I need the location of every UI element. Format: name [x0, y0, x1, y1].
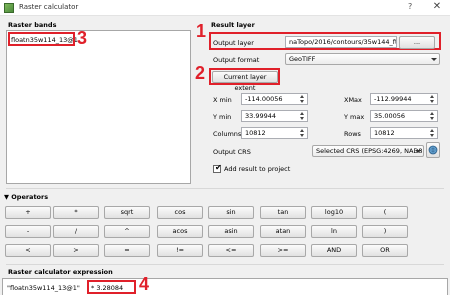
operator-button[interactable]: != — [157, 244, 203, 257]
operator-button[interactable]: asin — [208, 225, 254, 238]
operator-button[interactable]: ^ — [104, 225, 150, 238]
xmax-label: XMax — [344, 96, 362, 104]
xmin-label: X min — [213, 96, 232, 104]
ymax-label: Y max — [344, 113, 365, 121]
annotation-number-3: 3 — [77, 28, 88, 48]
window-titlebar: Raster calculator ? ✕ — [0, 0, 450, 16]
columns-input[interactable]: 10812 — [241, 127, 308, 139]
operator-button[interactable]: = — [104, 244, 150, 257]
expression-text: "floatn35w114_13@1" — [7, 284, 80, 292]
columns-label: Columns — [213, 130, 242, 138]
spin-arrows-icon[interactable] — [299, 95, 306, 104]
collapse-arrow-icon: ▼ — [4, 193, 9, 201]
check-icon: ✔ — [215, 163, 222, 172]
operator-button[interactable]: + — [5, 206, 51, 219]
spin-arrows-icon[interactable] — [299, 112, 306, 121]
chevron-down-icon — [431, 58, 437, 61]
annotation-number-2: 2 — [195, 63, 206, 83]
output-format-label: Output format — [213, 56, 260, 64]
spin-arrows-icon[interactable] — [429, 129, 436, 138]
expression-highlight: * 3.28084 — [91, 284, 124, 292]
output-crs-value: Selected CRS (EPSG:4269, NAD83) — [316, 147, 424, 155]
operator-button[interactable]: AND — [311, 244, 357, 257]
operator-button[interactable]: acos — [157, 225, 203, 238]
output-format-value: GeoTIFF — [289, 55, 316, 63]
operator-button[interactable]: / — [53, 225, 99, 238]
annotation-number-4: 4 — [139, 274, 150, 294]
ymax-input[interactable]: 35.00056 — [370, 110, 438, 122]
operator-button[interactable]: - — [5, 225, 51, 238]
spin-arrows-icon[interactable] — [429, 95, 436, 104]
add-result-label[interactable]: Add result to project — [224, 165, 290, 173]
rows-label: Rows — [344, 130, 361, 138]
xmax-value: -112.99944 — [374, 95, 412, 103]
operator-button[interactable]: tan — [260, 206, 306, 219]
operator-button[interactable]: sqrt — [104, 206, 150, 219]
operator-button[interactable]: cos — [157, 206, 203, 219]
expression-editor[interactable]: "floatn35w114_13@1" — [2, 278, 448, 295]
add-result-checkbox[interactable]: ✔ — [213, 163, 222, 173]
rows-value: 10812 — [374, 129, 395, 137]
result-layer-heading: Result layer — [211, 21, 255, 29]
operator-button[interactable]: ( — [362, 206, 408, 219]
operator-button[interactable]: < — [5, 244, 51, 257]
annotation-box-3 — [8, 32, 75, 46]
help-button[interactable]: ? — [408, 2, 412, 11]
xmin-input[interactable]: -114.00056 — [241, 93, 308, 105]
qgis-app-icon — [4, 3, 14, 13]
raster-bands-list[interactable]: floatn35w114_13@1 — [6, 30, 191, 184]
operator-button[interactable]: sin — [208, 206, 254, 219]
output-layer-label: Output layer — [213, 39, 254, 47]
operator-button[interactable]: atan — [260, 225, 306, 238]
browse-button[interactable]: ... — [399, 36, 435, 49]
output-layer-input[interactable]: naTopo/2016/contours/35w144_ft — [285, 36, 397, 48]
ymax-value: 35.00056 — [374, 112, 406, 120]
annotation-number-1: 1 — [196, 21, 207, 41]
spin-arrows-icon[interactable] — [299, 129, 306, 138]
raster-bands-heading: Raster bands — [8, 21, 57, 29]
operator-button[interactable]: >= — [260, 244, 306, 257]
rows-input[interactable]: 10812 — [370, 127, 438, 139]
ymin-label: Y min — [213, 113, 232, 121]
spin-arrows-icon[interactable] — [429, 112, 436, 121]
select-crs-button[interactable] — [426, 142, 440, 158]
section-divider — [6, 188, 444, 189]
xmax-input[interactable]: -112.99944 — [370, 93, 438, 105]
window-title: Raster calculator — [19, 3, 79, 11]
operator-button[interactable]: log10 — [311, 206, 357, 219]
close-button[interactable]: ✕ — [426, 0, 448, 14]
operator-button[interactable]: * — [53, 206, 99, 219]
operators-heading-label: Operators — [11, 193, 49, 201]
ymin-input[interactable]: 33.99944 — [241, 110, 308, 122]
operator-button[interactable]: ) — [362, 225, 408, 238]
columns-value: 10812 — [245, 129, 266, 137]
output-crs-label: Output CRS — [213, 148, 251, 156]
operator-button[interactable]: > — [53, 244, 99, 257]
operator-button[interactable]: ln — [311, 225, 357, 238]
xmin-value: -114.00056 — [245, 95, 283, 103]
current-layer-extent-button[interactable]: Current layer extent — [212, 71, 278, 92]
ymin-value: 33.99944 — [245, 112, 277, 120]
operator-button[interactable]: OR — [362, 244, 408, 257]
chevron-down-icon — [415, 150, 421, 153]
expression-heading: Raster calculator expression — [8, 268, 113, 276]
operator-button[interactable]: <= — [208, 244, 254, 257]
globe-icon — [428, 145, 438, 155]
operators-heading[interactable]: ▼ Operators — [4, 193, 48, 201]
section-divider — [6, 264, 444, 265]
output-format-select[interactable]: GeoTIFF — [285, 53, 440, 65]
output-crs-select[interactable]: Selected CRS (EPSG:4269, NAD83) — [312, 145, 424, 157]
